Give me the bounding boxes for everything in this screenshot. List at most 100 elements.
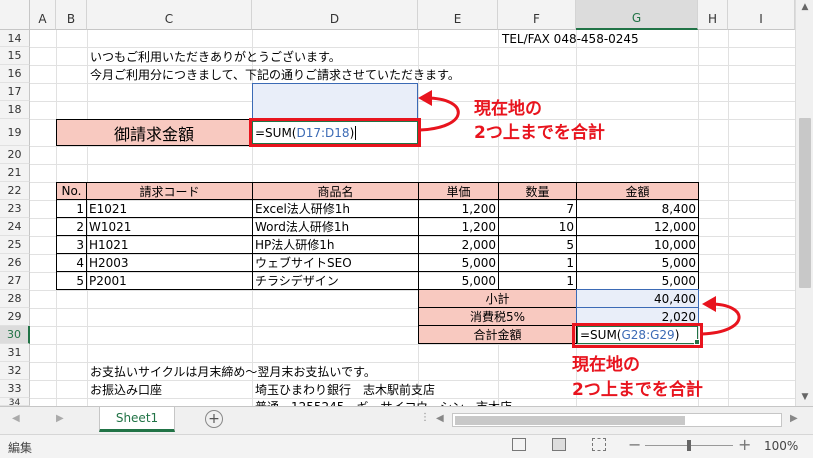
- column-header-a[interactable]: A: [30, 0, 56, 30]
- tax-label: 消費税5%: [418, 307, 577, 326]
- table-cell-code[interactable]: H1021: [86, 235, 253, 254]
- row-header-28[interactable]: 28: [0, 290, 30, 308]
- column-header-i[interactable]: I: [728, 0, 795, 30]
- add-sheet-icon[interactable]: +: [205, 410, 223, 428]
- column-header-d[interactable]: D: [252, 0, 418, 30]
- invoice-label: 御請求金額: [56, 119, 252, 146]
- page-layout-view-icon[interactable]: [552, 438, 566, 451]
- hscroll-right-icon[interactable]: ▶: [790, 413, 798, 424]
- table-cell-quantity[interactable]: 5: [498, 235, 577, 254]
- column-header-g[interactable]: G: [576, 0, 698, 30]
- row-header-20[interactable]: 20: [0, 146, 30, 164]
- table-cell-amount[interactable]: 8,400: [576, 199, 699, 218]
- table-cell-unit-price[interactable]: 1,200: [418, 217, 499, 236]
- table-cell-unit-price[interactable]: 1,200: [418, 199, 499, 218]
- table-cell-code[interactable]: H2003: [86, 253, 253, 272]
- table-cell-no[interactable]: 5: [56, 271, 87, 290]
- table-cell-quantity[interactable]: 10: [498, 217, 577, 236]
- column-header-b[interactable]: B: [56, 0, 87, 30]
- row-header-16[interactable]: 16: [0, 65, 30, 83]
- row-header-25[interactable]: 25: [0, 236, 30, 254]
- table-cell-no[interactable]: 3: [56, 235, 87, 254]
- table-header-no: No.: [56, 182, 87, 200]
- table-cell-quantity[interactable]: 1: [498, 253, 577, 272]
- row-header-24[interactable]: 24: [0, 218, 30, 236]
- vertical-scroll-thumb[interactable]: [799, 118, 811, 288]
- column-header-c[interactable]: C: [87, 0, 252, 30]
- table-cell-quantity[interactable]: 7: [498, 199, 577, 218]
- zoom-out-icon[interactable]: −: [628, 435, 641, 454]
- spreadsheet-grid[interactable]: A B C D E F G H I 14 15 16 17 18 19 20 2…: [0, 0, 795, 406]
- tab-scroll-right-icon[interactable]: ▶: [56, 413, 64, 424]
- column-header-h[interactable]: H: [698, 0, 728, 30]
- table-cell-unit-price[interactable]: 2,000: [418, 235, 499, 254]
- account-number-partial: 普通 1255245 ギ サイコウ シン 市木店: [253, 398, 573, 406]
- table-cell-unit-price[interactable]: 5,000: [418, 271, 499, 290]
- table-cell-product[interactable]: Word法人研修1h: [252, 217, 419, 236]
- table-cell-no[interactable]: 4: [56, 253, 87, 272]
- table-cell-amount[interactable]: 10,000: [576, 235, 699, 254]
- table-cell-product[interactable]: Excel法人研修1h: [252, 199, 419, 218]
- row-header-34[interactable]: 34: [0, 398, 30, 406]
- total-label: 合計金額: [418, 325, 577, 344]
- bank-label: お振込み口座: [90, 382, 163, 397]
- zoom-in-icon[interactable]: +: [738, 435, 751, 454]
- table-cell-amount[interactable]: 5,000: [576, 253, 699, 272]
- mode-indicator: 編集: [8, 441, 33, 455]
- table-cell-no[interactable]: 2: [56, 217, 87, 236]
- row-header-32[interactable]: 32: [0, 362, 30, 380]
- page-break-view-icon[interactable]: [592, 438, 606, 451]
- tel-fax-text: TEL/FAX 048-458-0245: [502, 31, 639, 46]
- annotation-box-g30: [572, 323, 703, 348]
- row-header-30[interactable]: 30: [0, 326, 30, 344]
- row-header-23[interactable]: 23: [0, 200, 30, 218]
- table-cell-product[interactable]: ウェブサイトSEO: [252, 253, 419, 272]
- column-header-f[interactable]: F: [498, 0, 576, 30]
- row-header-31[interactable]: 31: [0, 344, 30, 362]
- subtotal-value[interactable]: 40,400: [576, 289, 699, 308]
- sheet-tab-sheet1[interactable]: Sheet1: [99, 407, 175, 432]
- column-header-e[interactable]: E: [418, 0, 498, 30]
- tab-scroll-left-icon[interactable]: ◀: [12, 413, 20, 424]
- table-cell-amount[interactable]: 5,000: [576, 271, 699, 290]
- row-header-33[interactable]: 33: [0, 380, 30, 398]
- scroll-up-icon[interactable]: ▲: [799, 2, 811, 12]
- row-header-29[interactable]: 29: [0, 308, 30, 326]
- row-header-17[interactable]: 17: [0, 83, 30, 101]
- row-header-18[interactable]: 18: [0, 101, 30, 119]
- table-cell-code[interactable]: W1021: [86, 217, 253, 236]
- table-cell-quantity[interactable]: 1: [498, 271, 577, 290]
- table-cell-product[interactable]: HP法人研修1h: [252, 235, 419, 254]
- table-cell-code[interactable]: P2001: [86, 271, 253, 290]
- table-header-quantity: 数量: [498, 182, 577, 200]
- select-all-corner[interactable]: [0, 0, 30, 30]
- table-cell-amount[interactable]: 12,000: [576, 217, 699, 236]
- zoom-level[interactable]: 100%: [764, 439, 798, 453]
- bank-name: 埼玉ひまわり銀行 志木駅前支店: [255, 382, 436, 397]
- table-cell-product[interactable]: チラシデザイン: [252, 271, 419, 290]
- table-cell-unit-price[interactable]: 5,000: [418, 253, 499, 272]
- row-header-22[interactable]: 22: [0, 182, 30, 200]
- scroll-down-icon[interactable]: ▼: [799, 392, 811, 402]
- tab-bar-more-icon[interactable]: ⋮: [420, 412, 430, 423]
- row-header-14[interactable]: 14: [0, 30, 30, 47]
- vertical-scrollbar[interactable]: ▲ ▼: [795, 0, 813, 406]
- annotation-1-line-1: 現在地の: [474, 99, 542, 119]
- annotation-1-line-2: 2つ上までを合計: [474, 123, 605, 143]
- table-cell-code[interactable]: E1021: [86, 199, 253, 218]
- row-header-19[interactable]: 19: [0, 119, 30, 146]
- row-header-21[interactable]: 21: [0, 164, 30, 182]
- normal-view-icon[interactable]: [512, 438, 526, 451]
- curved-arrow-1: [418, 90, 460, 132]
- zoom-slider-thumb[interactable]: [687, 440, 691, 451]
- hscroll-left-icon[interactable]: ◀: [436, 413, 444, 424]
- subtotal-label: 小計: [418, 289, 577, 308]
- payment-cycle-text: お支払いサイクルは月末締め～翌月末お支払いです。: [90, 364, 376, 379]
- annotation-2-line-2: 2つ上までを合計: [572, 380, 703, 400]
- row-header-27[interactable]: 27: [0, 272, 30, 290]
- annotation-2-line-1: 現在地の: [572, 355, 640, 375]
- row-header-26[interactable]: 26: [0, 254, 30, 272]
- horizontal-scrollbar[interactable]: [452, 413, 782, 427]
- table-cell-no[interactable]: 1: [56, 199, 87, 218]
- row-header-15[interactable]: 15: [0, 47, 30, 65]
